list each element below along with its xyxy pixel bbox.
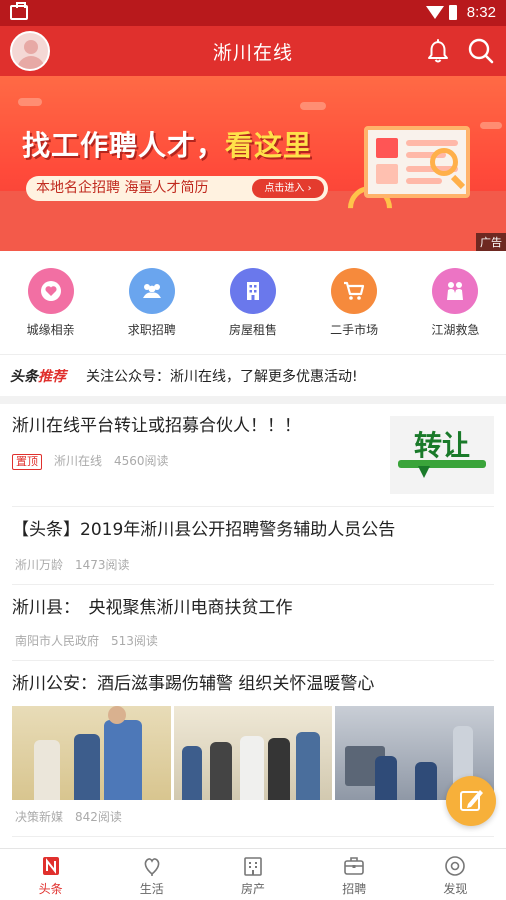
news-meta: 淅川万龄 1473阅读: [15, 556, 142, 573]
nav-property[interactable]: 房产: [202, 849, 303, 900]
bottom-nav: 头条 生活 房产 招聘 发现: [0, 848, 506, 900]
briefcase-notification-icon: [10, 2, 28, 20]
news-item[interactable]: 淅川在线平台转让或招募合伙人！！！ 置顶 淅川在线 4560阅读 转让: [12, 404, 494, 506]
compose-button[interactable]: [446, 776, 496, 826]
category-jobs[interactable]: 求职招聘: [101, 262, 202, 344]
clock: 8:32: [466, 4, 496, 21]
headline-ticker[interactable]: 头条推荐 关注公众号：淅川在线，了解更多优惠活动!: [0, 356, 506, 394]
nav-headline[interactable]: 头条: [0, 849, 101, 900]
news-photo: [12, 706, 171, 800]
bell-icon[interactable]: [426, 38, 450, 64]
toutiao-logo: 头条推荐: [10, 369, 66, 385]
nav-jobs[interactable]: 招聘: [304, 849, 405, 900]
building-icon: [242, 855, 264, 877]
news-meta: 置顶 淅川在线 4560阅读: [12, 452, 181, 470]
banner-headline: 找工作聘人才，看这里: [22, 129, 313, 162]
battery-icon: [449, 5, 457, 20]
cart-icon: [331, 268, 378, 314]
news-title: 淅川在线平台转让或招募合伙人！！！: [12, 416, 301, 436]
divider: [12, 836, 494, 837]
news-reads: 4560阅读: [114, 454, 169, 468]
pinned-badge: 置顶: [12, 454, 42, 470]
category-secondhand[interactable]: 二手市场: [304, 262, 405, 344]
hands-icon: [432, 268, 479, 314]
divider: [0, 354, 506, 355]
people-icon: [128, 268, 175, 314]
section-divider: [0, 396, 506, 404]
news-thumbnail: 转让: [390, 416, 494, 494]
news-item[interactable]: 【头条】2019年淅川县公开招聘警务辅助人员公告 淅川万龄 1473阅读: [12, 506, 494, 584]
news-photo-row: [12, 706, 495, 800]
discover-icon: [444, 855, 466, 877]
category-grid: 城缘相亲 求职招聘 房屋租售 二手市场 江湖救急: [0, 262, 506, 344]
headline-icon: [40, 855, 62, 877]
heart-icon: [27, 268, 74, 314]
news-source: 决策新媒: [15, 810, 64, 824]
category-dating[interactable]: 城缘相亲: [0, 262, 101, 344]
nav-life[interactable]: 生活: [101, 849, 202, 900]
news-source: 淅川万龄: [15, 558, 64, 572]
news-reads: 842阅读: [75, 810, 122, 824]
category-emergency[interactable]: 江湖救急: [405, 262, 506, 344]
news-title: 淅川县： 央视聚焦淅川电商扶贫工作: [12, 598, 293, 618]
banner-enter-button[interactable]: 点击进入 ›: [252, 179, 324, 198]
nav-discover[interactable]: 发现: [405, 849, 506, 900]
news-meta: 南阳市人民政府 513阅读: [15, 632, 170, 649]
news-source: 淅川在线: [54, 454, 103, 468]
news-meta: 决策新媒 842阅读: [15, 808, 134, 825]
edit-icon: [460, 790, 483, 811]
building-icon: [229, 268, 276, 314]
search-icon[interactable]: [468, 38, 494, 64]
news-title: 【头条】2019年淅川县公开招聘警务辅助人员公告: [12, 520, 396, 540]
news-item[interactable]: 淅川县： 央视聚焦淅川电商扶贫工作 南阳市人民政府 513阅读: [12, 584, 494, 660]
news-title: 淅川公安：酒后滋事踢伤辅警 组织关怀温暖警心: [12, 674, 375, 694]
news-reads: 1473阅读: [75, 558, 130, 572]
life-icon: [141, 855, 163, 877]
status-bar: 8:32: [0, 0, 506, 26]
wifi-icon: [426, 6, 444, 19]
news-source: 南阳市人民政府: [15, 634, 100, 648]
news-reads: 513阅读: [111, 634, 158, 648]
ticker-text: 关注公众号：淅川在线，了解更多优惠活动!: [86, 369, 358, 385]
category-housing[interactable]: 房屋租售: [202, 262, 303, 344]
ad-tag: 广告: [476, 233, 506, 251]
magnifier-illustration: [430, 148, 458, 176]
app-header: 淅川在线: [0, 26, 506, 76]
news-photo: [173, 706, 333, 800]
briefcase-icon: [343, 855, 365, 877]
promo-banner[interactable]: 找工作聘人才，看这里 本地名企招聘 海量人才简历 点击进入 › 广告: [0, 76, 506, 251]
